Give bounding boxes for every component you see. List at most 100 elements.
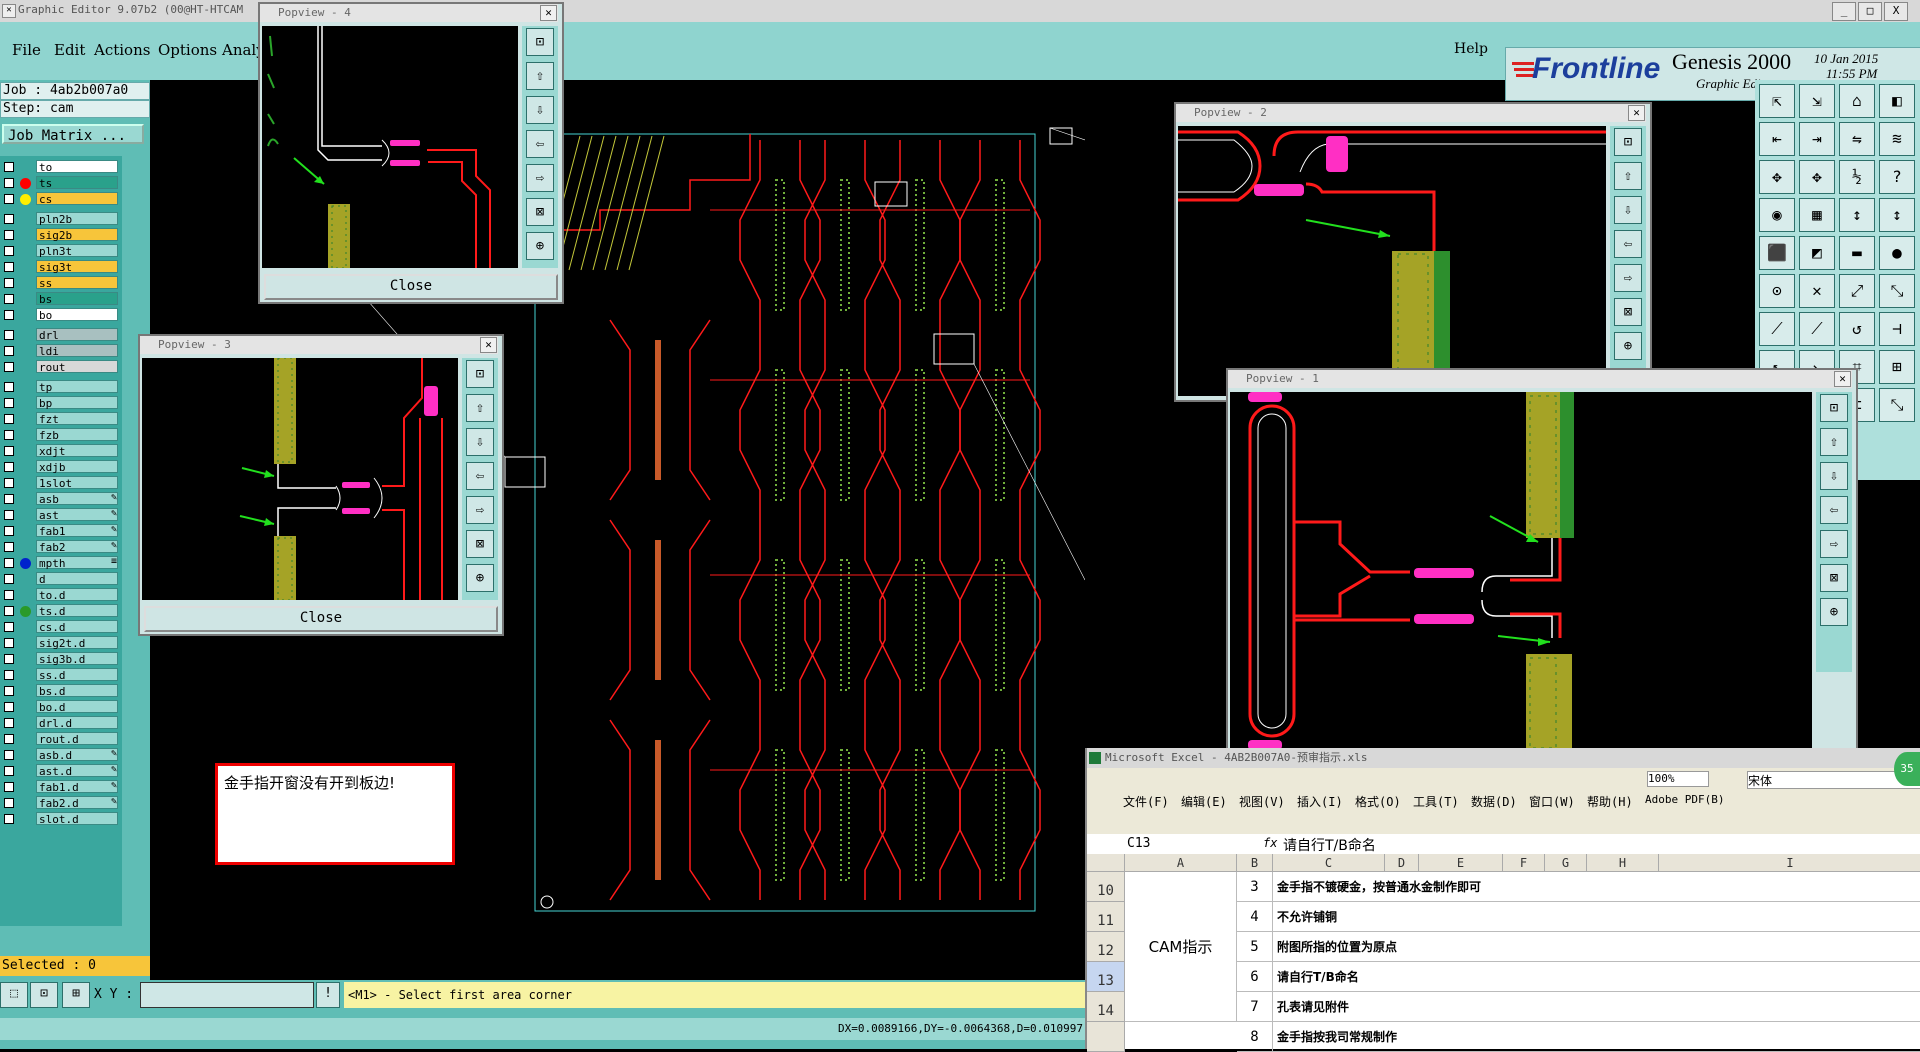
popview-pan-up-icon[interactable]: ⇧ (466, 394, 494, 422)
layer-name[interactable]: fzt (36, 412, 118, 426)
layer-name[interactable]: to (36, 160, 118, 174)
cell-b[interactable]: 6 (1237, 962, 1273, 992)
column-header[interactable]: I (1659, 854, 1920, 872)
layer-checkbox[interactable] (4, 194, 14, 204)
layer-row-bo-d[interactable]: bo.d (0, 700, 120, 714)
tool-button-7[interactable]: ⇋ (1839, 122, 1875, 156)
layer-checkbox[interactable] (4, 246, 14, 256)
tool-button-18[interactable]: ◩ (1799, 236, 1835, 270)
layer-checkbox[interactable] (4, 622, 14, 632)
layer-checkbox[interactable] (4, 574, 14, 584)
layer-name[interactable]: fzb (36, 428, 118, 442)
layer-name[interactable]: ast.d (36, 764, 118, 778)
name-box[interactable]: C13 (1127, 836, 1237, 851)
layer-row-sig2b[interactable]: sig2b (0, 228, 120, 242)
layer-checkbox[interactable] (4, 798, 14, 808)
layer-row-bp[interactable]: bp (0, 396, 120, 410)
layer-checkbox[interactable] (4, 398, 14, 408)
excel-menu-format[interactable]: 格式(O) (1355, 793, 1401, 810)
tool-button-10[interactable]: ✥ (1799, 160, 1835, 194)
layer-checkbox[interactable] (4, 782, 14, 792)
layer-name[interactable]: drl.d (36, 716, 118, 730)
layer-name[interactable]: ts (36, 176, 118, 190)
column-header[interactable]: B (1237, 854, 1273, 872)
layer-row-ss-d[interactable]: ss.d (0, 668, 120, 682)
layer-name[interactable]: pln3t (36, 244, 118, 258)
popview-fit-icon[interactable]: ⊠ (466, 530, 494, 558)
layer-row-ast-d[interactable]: ast.d ✎ (0, 764, 120, 778)
excel-menu-file[interactable]: 文件(F) (1123, 793, 1169, 810)
layer-name[interactable]: xdjb (36, 460, 118, 474)
popview-home-icon[interactable]: ⊕ (1614, 332, 1642, 360)
cell-b[interactable]: 4 (1237, 902, 1273, 932)
layer-row-bs-d[interactable]: bs.d (0, 684, 120, 698)
tool-button-20[interactable]: ● (1879, 236, 1915, 270)
column-header[interactable]: E (1419, 854, 1503, 872)
layer-checkbox[interactable] (4, 162, 14, 172)
menu-actions[interactable]: Actions (94, 41, 150, 59)
layer-name[interactable]: sig3t (36, 260, 118, 274)
tool-button-17[interactable]: ⬛ (1759, 236, 1795, 270)
row-header[interactable]: 12 (1087, 932, 1125, 962)
layer-name[interactable]: xdjt (36, 444, 118, 458)
layer-row-fzt[interactable]: fzt (0, 412, 120, 426)
layer-checkbox[interactable] (4, 362, 14, 372)
layer-checkbox[interactable] (4, 478, 14, 488)
menu-file[interactable]: File (12, 41, 41, 59)
tool-button-13[interactable]: ◉ (1759, 198, 1795, 232)
layer-row-sig3t[interactable]: sig3t (0, 260, 120, 274)
row-header[interactable]: 13 (1087, 962, 1125, 992)
layer-name[interactable]: rout.d (36, 732, 118, 746)
layer-name[interactable]: fab1 (36, 524, 118, 538)
layer-name[interactable]: pln2b (36, 212, 118, 226)
layer-row-ts[interactable]: ts (0, 176, 120, 190)
layer-name[interactable]: asb.d (36, 748, 118, 762)
info-icon[interactable]: ! (316, 982, 340, 1008)
tool-button-25[interactable]: ⟋ (1759, 312, 1795, 346)
excel-menu-data[interactable]: 数据(D) (1471, 793, 1517, 810)
layer-row-bs[interactable]: bs (0, 292, 120, 306)
tool-button-8[interactable]: ≋ (1879, 122, 1915, 156)
layer-name[interactable]: ss (36, 276, 118, 290)
popview-pan-left-icon[interactable]: ⇦ (466, 462, 494, 490)
tool-button-11[interactable]: ½ (1839, 160, 1875, 194)
layer-row-xdjb[interactable]: xdjb (0, 460, 120, 474)
layer-checkbox[interactable] (4, 262, 14, 272)
layer-checkbox[interactable] (4, 702, 14, 712)
layer-row-cs[interactable]: cs (0, 192, 120, 206)
tool-button-12[interactable]: ? (1879, 160, 1915, 194)
tool-button-4[interactable]: ◧ (1879, 84, 1915, 118)
layer-name[interactable]: bo.d (36, 700, 118, 714)
popview-home-icon[interactable]: ⊕ (1820, 598, 1848, 626)
layer-checkbox[interactable] (4, 414, 14, 424)
popview-zoom-icon[interactable]: ⊡ (1820, 394, 1848, 422)
maximize-button[interactable]: □ (1858, 2, 1882, 21)
layer-checkbox[interactable] (4, 382, 14, 392)
layer-row-1slot[interactable]: 1slot (0, 476, 120, 490)
cell-c[interactable]: 金手指按我司常规制作 (1273, 1022, 1920, 1052)
cell-b[interactable]: 8 (1237, 1022, 1273, 1052)
layer-row-d[interactable]: d (0, 572, 120, 586)
popview-fit-icon[interactable]: ⊠ (526, 198, 554, 226)
layer-checkbox[interactable] (4, 750, 14, 760)
layer-row-ss[interactable]: ss (0, 276, 120, 290)
layer-checkbox[interactable] (4, 734, 14, 744)
layer-name[interactable]: mpth (36, 556, 118, 570)
layer-checkbox[interactable] (4, 462, 14, 472)
grid-icon[interactable]: ⊞ (62, 982, 90, 1008)
layer-row-fab2-d[interactable]: fab2.d ✎ (0, 796, 120, 810)
layer-name[interactable]: d (36, 572, 118, 586)
tool-button-28[interactable]: ⊣ (1879, 312, 1915, 346)
layer-name[interactable]: 1slot (36, 476, 118, 490)
layer-row-sig3b-d[interactable]: sig3b.d (0, 652, 120, 666)
layer-row-bo[interactable]: bo (0, 308, 120, 322)
popview-pan-up-icon[interactable]: ⇧ (1614, 162, 1642, 190)
xy-input[interactable] (140, 982, 314, 1008)
tool-button-24[interactable]: ⤡ (1879, 274, 1915, 308)
popview-4-close-button[interactable]: Close (264, 274, 558, 300)
cell-c[interactable]: 请自行T/B命名 (1273, 962, 1920, 992)
popview-pan-left-icon[interactable]: ⇦ (1614, 230, 1642, 258)
popview-zoom-icon[interactable]: ⊡ (526, 28, 554, 56)
layer-name[interactable]: fab2 (36, 540, 118, 554)
column-header[interactable]: C (1273, 854, 1385, 872)
